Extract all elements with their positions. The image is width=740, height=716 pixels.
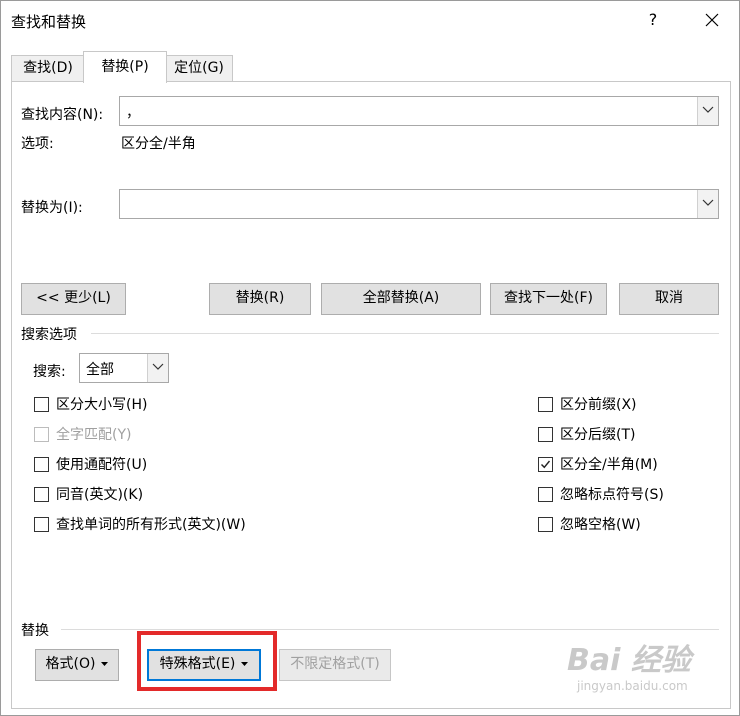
options-label: 选项: (21, 136, 54, 152)
search-scope-dropdown-button[interactable] (147, 354, 168, 382)
checkbox-box[interactable] (538, 486, 553, 502)
checkbox-label: 区分前缀(X) (560, 397, 637, 413)
checkbox-box[interactable] (34, 516, 49, 532)
checkbox-box[interactable] (538, 396, 553, 412)
checkbox-box (34, 426, 49, 442)
replace-section-divider (61, 629, 719, 630)
find-next-button[interactable]: 查找下一处(F) (490, 283, 607, 315)
search-options-heading: 搜索选项 (21, 327, 77, 343)
close-button[interactable] (699, 7, 725, 33)
checkmark-icon (541, 460, 551, 468)
find-replace-dialog: 查找和替换 ? 查找(D) 替换(P) 定位(G) 查找内容(N): ， 选项:… (0, 0, 740, 716)
watermark-url: jingyan.baidu.com (577, 679, 688, 693)
less-button[interactable]: << 更少(L) (21, 283, 126, 315)
all-word-forms-checkbox[interactable]: 查找单词的所有形式(英文)(W) (34, 514, 246, 534)
find-input[interactable]: ， (126, 102, 140, 122)
checkbox-box[interactable] (34, 396, 49, 412)
checkbox-label: 区分全/半角(M) (560, 457, 658, 473)
close-icon (705, 13, 719, 27)
checkbox-label: 区分大小写(H) (56, 397, 148, 413)
format-button-label: 格式(O) (45, 656, 96, 672)
checkbox-label: 忽略空格(W) (560, 517, 641, 533)
search-scope-select[interactable]: 全部 (79, 353, 169, 383)
replace-label: 替换为(I): (21, 200, 83, 216)
sounds-like-checkbox[interactable]: 同音(英文)(K) (34, 484, 143, 504)
format-button[interactable]: 格式(O) (35, 649, 119, 681)
tab-find[interactable]: 查找(D) (11, 55, 85, 82)
options-value: 区分全/半角 (121, 136, 196, 152)
replace-combobox[interactable] (119, 189, 719, 219)
search-scope-value: 全部 (86, 362, 114, 378)
checkbox-label: 使用通配符(U) (56, 457, 148, 473)
watermark-logo: Bai 经验 (567, 643, 691, 678)
checkbox-box[interactable] (34, 456, 49, 472)
match-case-checkbox[interactable]: 区分大小写(H) (34, 394, 147, 414)
title-bar: 查找和替换 ? (1, 1, 739, 39)
highlight-annotation-box (137, 631, 277, 691)
chevron-down-icon (702, 106, 714, 113)
wildcards-checkbox[interactable]: 使用通配符(U) (34, 454, 147, 474)
whole-word-checkbox: 全字匹配(Y) (34, 424, 131, 444)
match-suffix-checkbox[interactable]: 区分后缀(T) (538, 424, 635, 444)
replace-button[interactable]: 替换(R) (209, 283, 311, 315)
replace-dropdown-button[interactable] (697, 190, 718, 218)
checkbox-label: 全字匹配(Y) (56, 427, 132, 443)
caret-down-icon (101, 662, 109, 666)
find-label: 查找内容(N): (21, 107, 104, 123)
match-width-checkbox[interactable]: 区分全/半角(M) (538, 454, 658, 474)
replace-all-button[interactable]: 全部替换(A) (321, 283, 481, 315)
chevron-down-icon (702, 199, 714, 206)
checkbox-box[interactable] (538, 516, 553, 532)
replace-section-heading: 替换 (21, 623, 49, 639)
checkbox-box[interactable] (538, 456, 553, 472)
checkbox-label: 区分后缀(T) (560, 427, 636, 443)
tab-replace[interactable]: 替换(P) (83, 51, 167, 83)
chevron-down-icon (152, 363, 164, 370)
help-button[interactable]: ? (641, 7, 665, 33)
match-prefix-checkbox[interactable]: 区分前缀(X) (538, 394, 637, 414)
find-dropdown-button[interactable] (697, 97, 718, 125)
ignore-whitespace-checkbox[interactable]: 忽略空格(W) (538, 514, 641, 534)
cancel-button[interactable]: 取消 (619, 283, 719, 315)
checkbox-box[interactable] (538, 426, 553, 442)
search-scope-label: 搜索: (33, 364, 66, 380)
checkbox-label: 查找单词的所有形式(英文)(W) (56, 517, 246, 533)
ignore-punctuation-checkbox[interactable]: 忽略标点符号(S) (538, 484, 664, 504)
tab-goto[interactable]: 定位(G) (165, 55, 233, 82)
checkbox-box[interactable] (34, 486, 49, 502)
dialog-title: 查找和替换 (11, 13, 87, 31)
checkbox-label: 同音(英文)(K) (56, 487, 144, 503)
find-combobox[interactable]: ， (119, 96, 719, 126)
checkbox-label: 忽略标点符号(S) (560, 487, 664, 503)
no-formatting-button: 不限定格式(T) (279, 649, 391, 681)
search-options-divider (91, 333, 719, 334)
